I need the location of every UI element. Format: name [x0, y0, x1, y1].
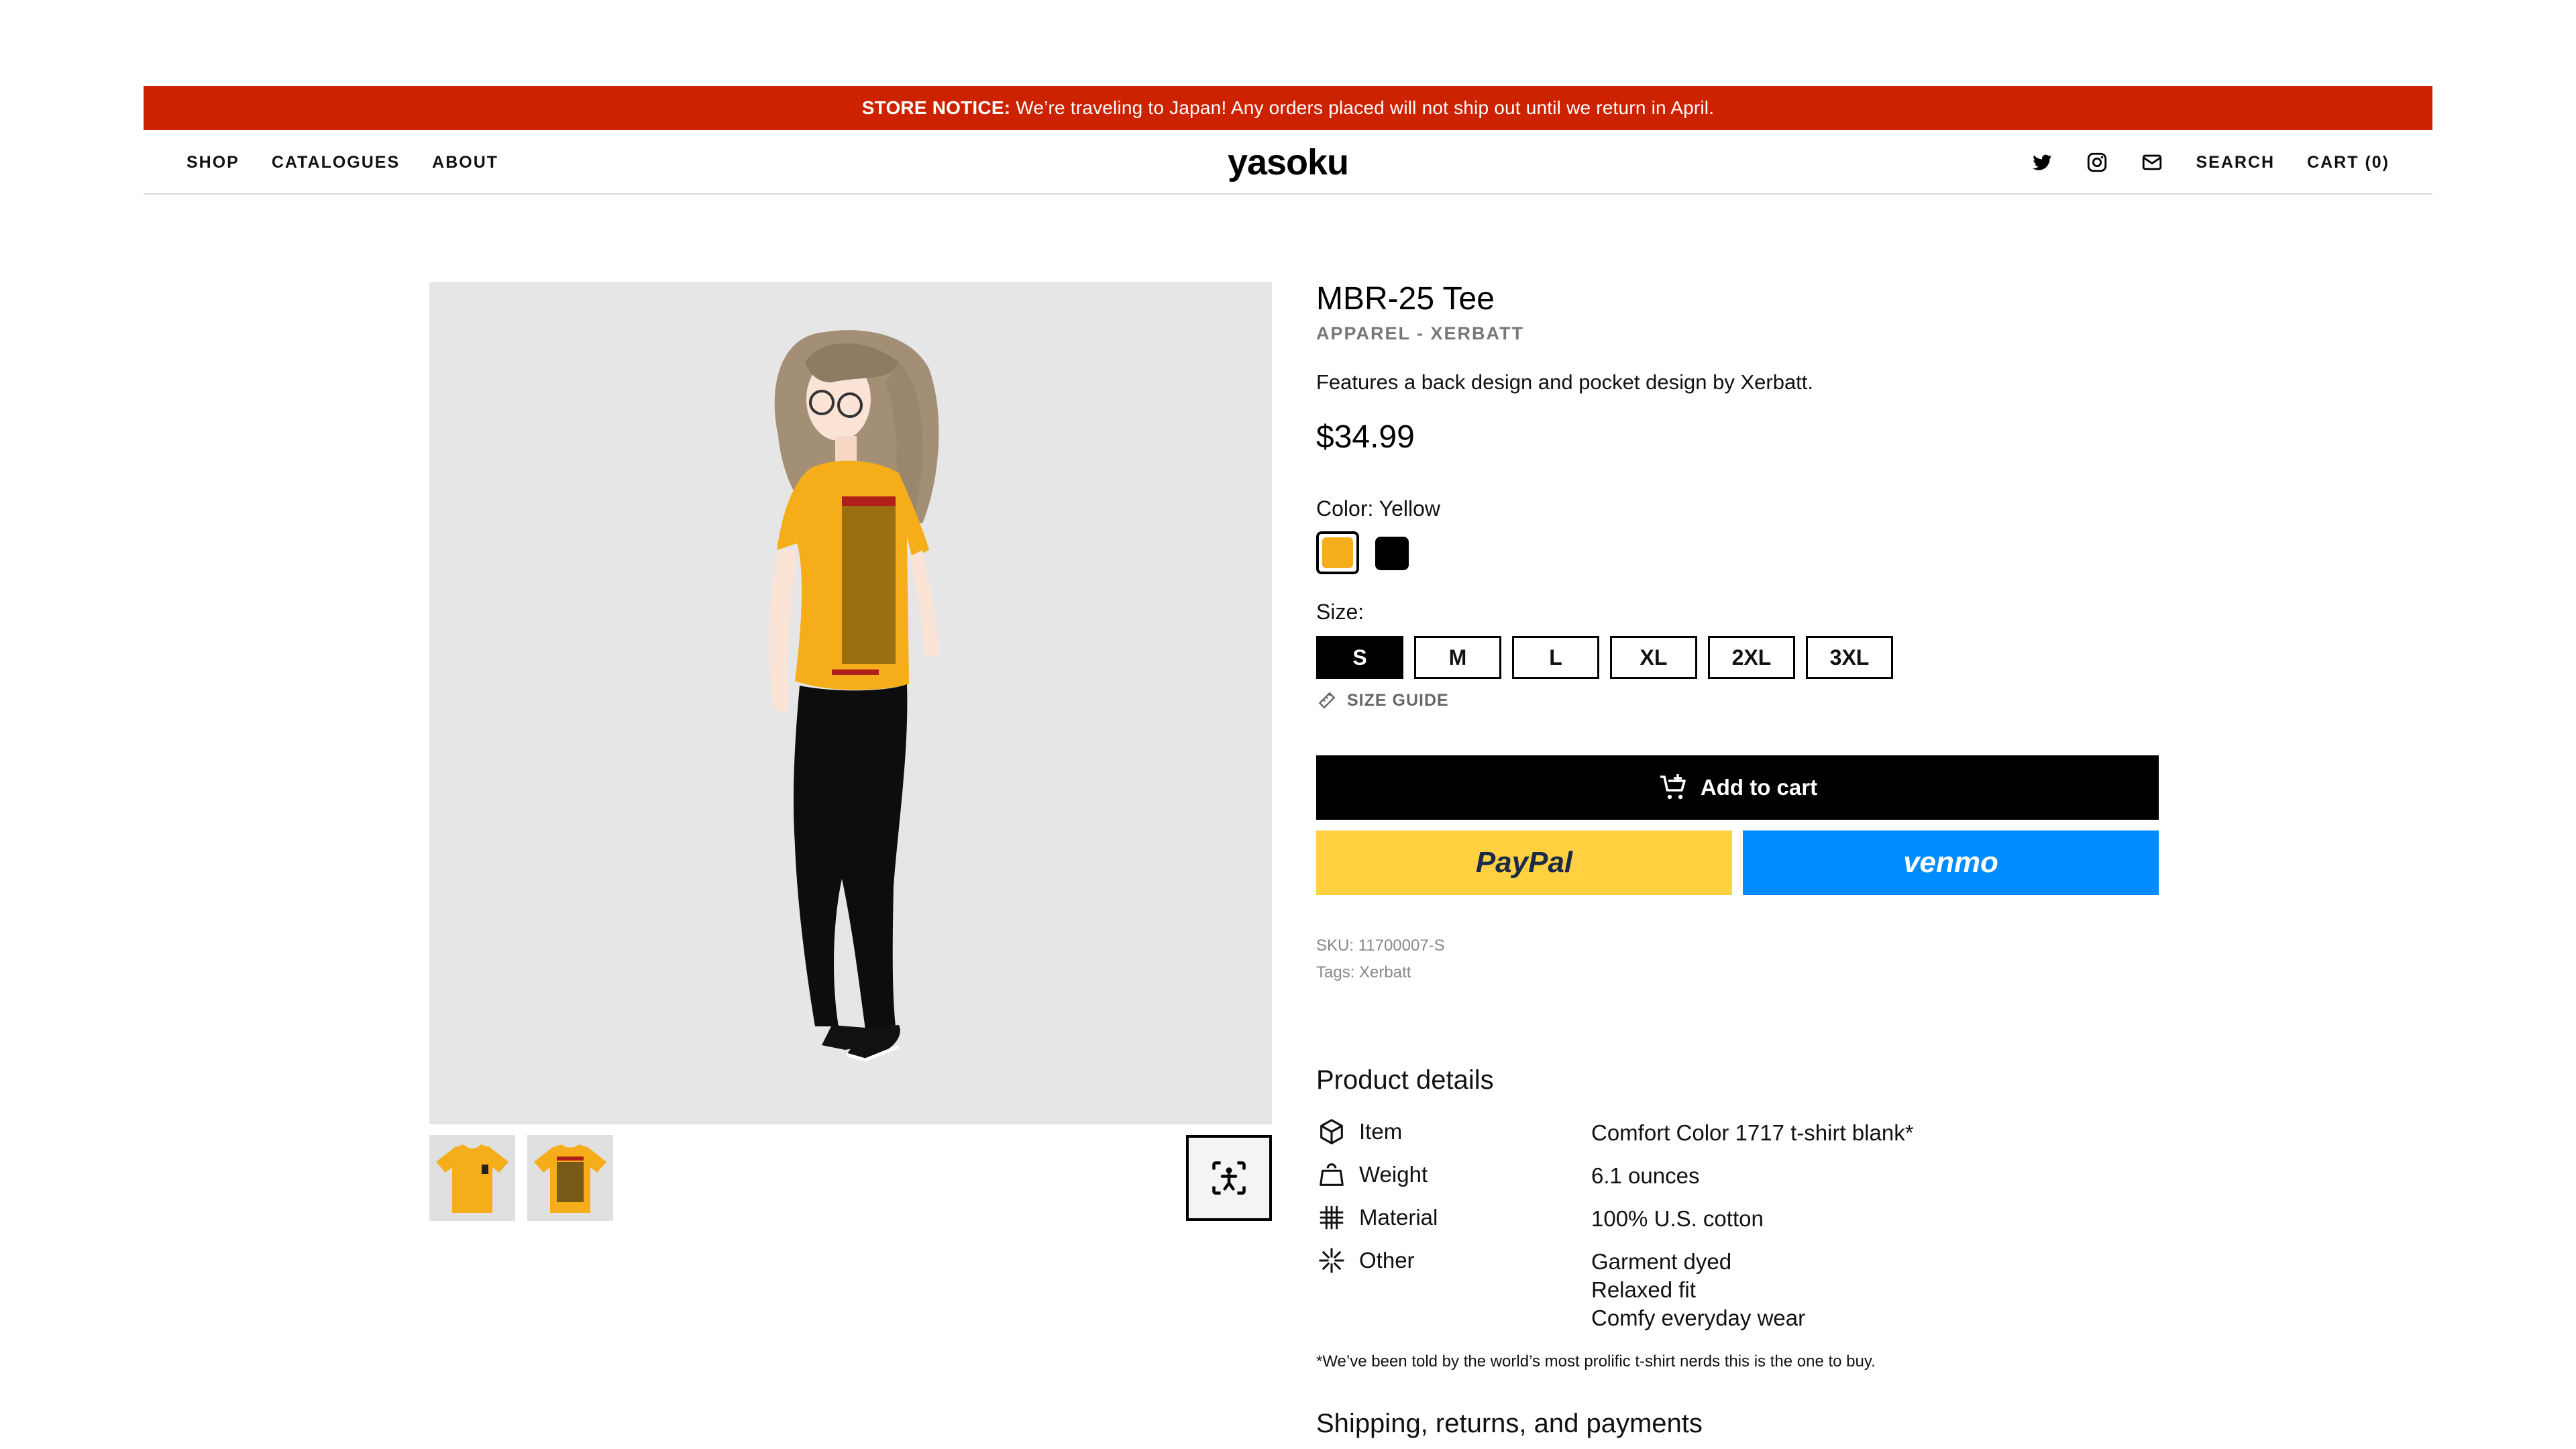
color-swatch-yellow[interactable]: [1316, 531, 1359, 574]
product-details-heading: Product details: [1316, 1065, 1494, 1095]
main-nav: SHOP CATALOGUES ABOUT: [186, 130, 498, 195]
detail-value: 100% U.S. cotton: [1591, 1206, 1764, 1231]
color-swatch-black[interactable]: [1375, 537, 1409, 570]
detail-label: Material: [1359, 1205, 1438, 1230]
site-header: SHOP CATALOGUES ABOUT yasoku SEARCH CART…: [144, 130, 2432, 195]
size-option-m[interactable]: M: [1414, 636, 1501, 679]
model-illustration: [768, 330, 939, 1062]
size-option-xl[interactable]: XL: [1610, 636, 1697, 679]
site-logo[interactable]: yasoku: [1228, 130, 1349, 195]
detail-value: Comfort Color 1717 t-shirt blank*: [1591, 1120, 1914, 1145]
thumbnail-back[interactable]: [527, 1135, 613, 1221]
store-notice: STORE NOTICE: We’re traveling to Japan! …: [144, 86, 2432, 130]
detail-value: Garment dyed: [1591, 1249, 1732, 1274]
cart-add-icon: [1660, 774, 1686, 800]
utility-nav: SEARCH CART (0): [2031, 130, 2390, 195]
size-guide-label: SIZE GUIDE: [1347, 690, 1449, 710]
detail-value-list: Garment dyed Relaxed fit Comfy everyday …: [1591, 1248, 1805, 1332]
size-option-s[interactable]: S: [1316, 636, 1403, 679]
instagram-icon[interactable]: [2086, 151, 2108, 174]
twitter-icon[interactable]: [2031, 151, 2053, 174]
product-title: MBR-25 Tee: [1316, 281, 1495, 317]
product-main-image[interactable]: [429, 282, 1272, 1124]
cart-link[interactable]: CART (0): [2307, 153, 2390, 172]
size-guide-link[interactable]: SIZE GUIDE: [1316, 690, 1449, 711]
paypal-label: PayPal: [1475, 846, 1573, 879]
product-price: $34.99: [1316, 419, 1415, 455]
paypal-button[interactable]: PayPal: [1316, 830, 1732, 895]
box-icon: [1320, 1119, 1343, 1144]
grid-icon: [1320, 1205, 1344, 1230]
venmo-button[interactable]: venmo: [1743, 830, 2159, 895]
size-label: Size:: [1316, 600, 1364, 624]
size-option-2xl[interactable]: 2XL: [1708, 636, 1795, 679]
mail-icon[interactable]: [2141, 151, 2163, 174]
ar-view-button[interactable]: [1186, 1135, 1272, 1221]
ar-person-icon: [1212, 1161, 1246, 1195]
product-description: Features a back design and pocket design…: [1316, 370, 1814, 394]
size-option-3xl[interactable]: 3XL: [1806, 636, 1893, 679]
details-footnote: *We’ve been told by the world’s most pro…: [1316, 1352, 1876, 1371]
size-option-l[interactable]: L: [1512, 636, 1599, 679]
page: STORE NOTICE: We’re traveling to Japan! …: [0, 0, 2576, 1449]
detail-value: Relaxed fit: [1591, 1277, 1696, 1302]
search-link[interactable]: SEARCH: [2196, 153, 2275, 172]
color-label: Color: Yellow: [1316, 496, 1440, 521]
nav-shop[interactable]: SHOP: [186, 153, 239, 172]
nav-catalogues[interactable]: CATALOGUES: [272, 153, 400, 172]
product-category[interactable]: APPAREL - XERBATT: [1316, 323, 1524, 344]
thumbnail-front[interactable]: [429, 1135, 515, 1221]
detail-label: Weight: [1359, 1162, 1428, 1187]
notice-text: We’re traveling to Japan! Any orders pla…: [1016, 97, 1715, 118]
detail-value: Comfy everyday wear: [1591, 1305, 1806, 1330]
detail-label: Other: [1359, 1248, 1415, 1273]
detail-value: 6.1 ounces: [1591, 1163, 1700, 1188]
product-tags[interactable]: Tags: Xerbatt: [1316, 963, 1411, 982]
add-to-cart-button[interactable]: Add to cart: [1316, 755, 2159, 820]
ruler-icon: [1318, 692, 1336, 709]
shipping-heading[interactable]: Shipping, returns, and payments: [1316, 1409, 1703, 1439]
notice-label: STORE NOTICE:: [861, 97, 1011, 118]
detail-label: Item: [1359, 1119, 1403, 1144]
sparkle-icon: [1319, 1248, 1344, 1273]
product-sku: SKU: 11700007-S: [1316, 936, 1445, 955]
tshirt-front-icon: [436, 1144, 508, 1213]
nav-about[interactable]: ABOUT: [432, 153, 498, 172]
weight-icon: [1320, 1163, 1344, 1186]
venmo-label: venmo: [1903, 846, 1998, 879]
tshirt-back-icon: [534, 1144, 606, 1213]
add-to-cart-label: Add to cart: [1700, 775, 1818, 800]
